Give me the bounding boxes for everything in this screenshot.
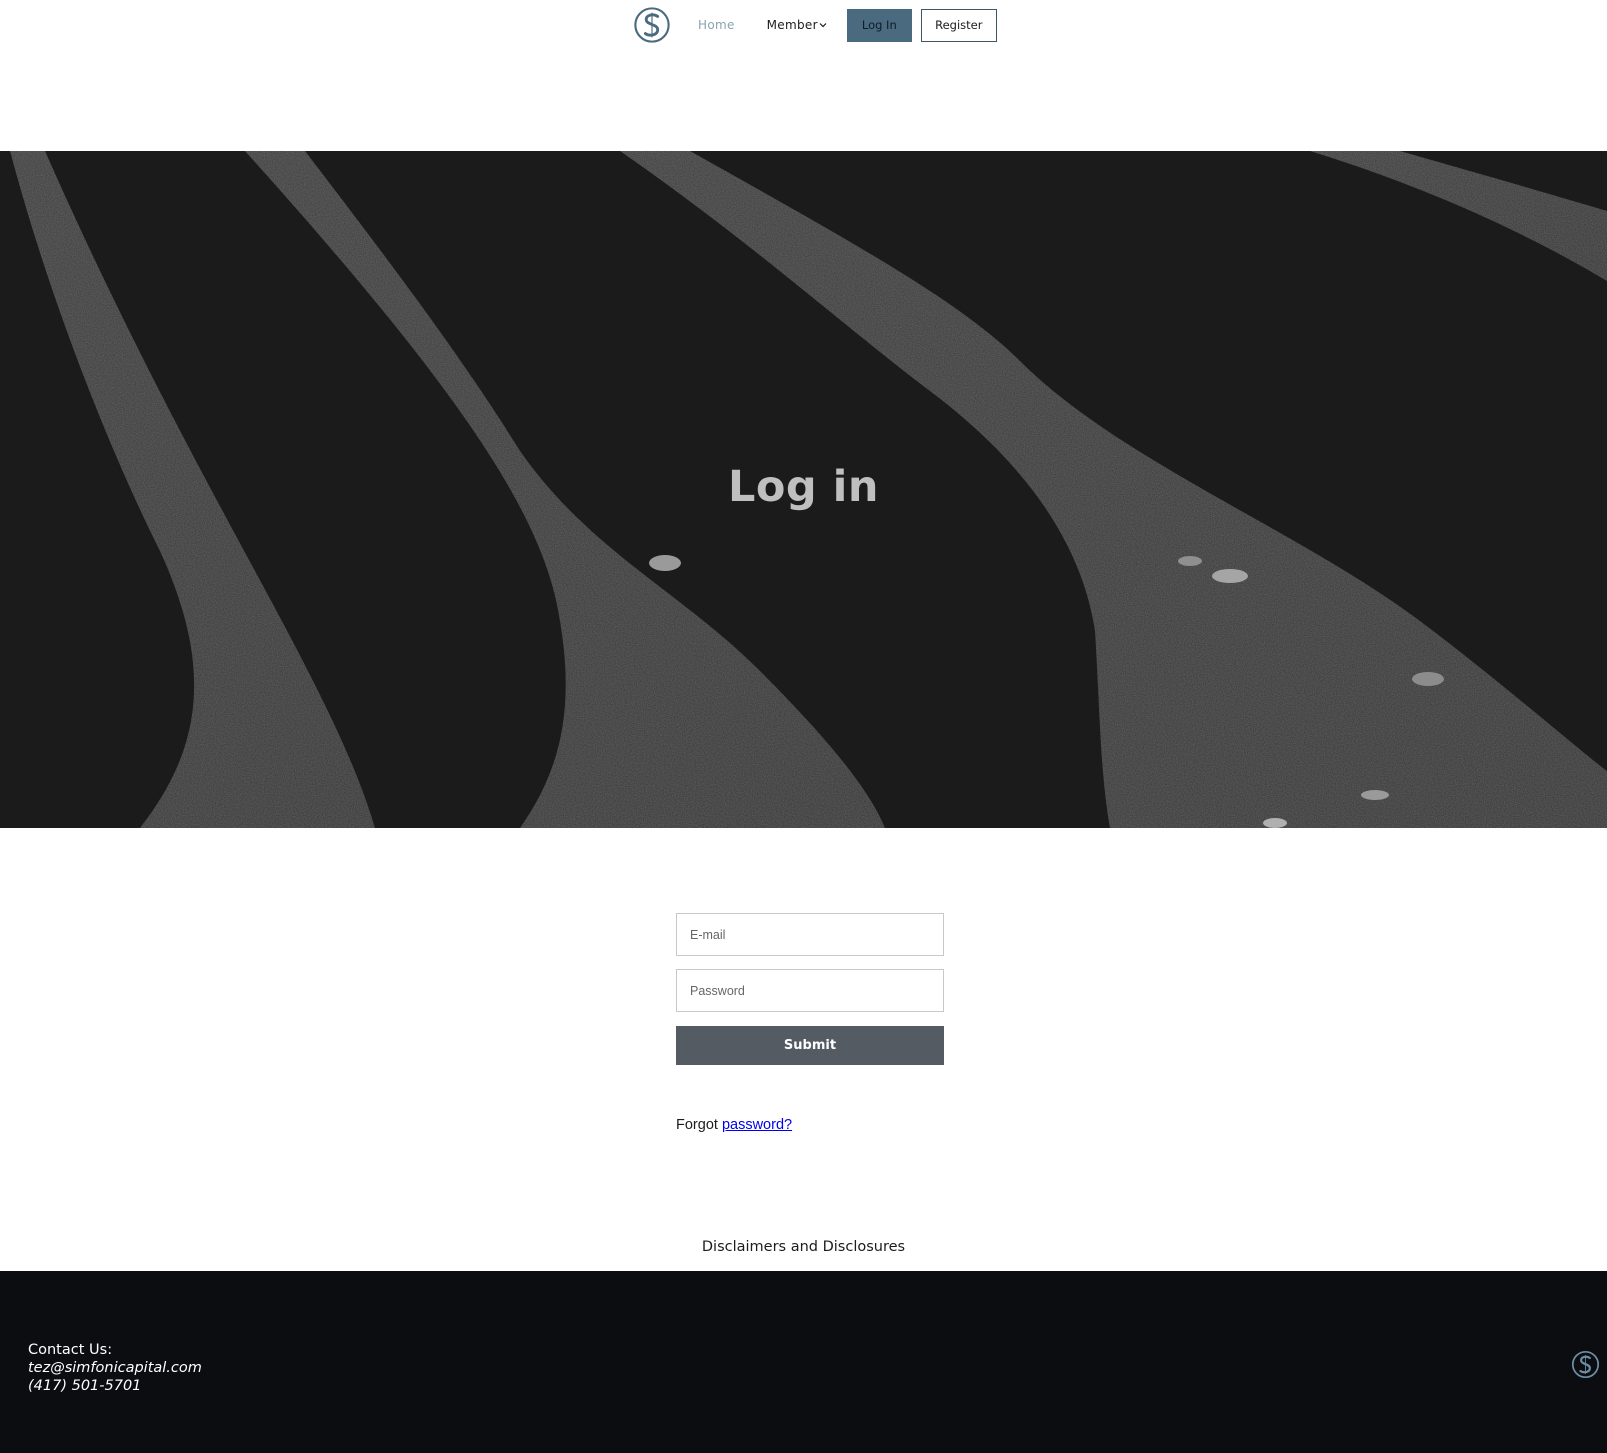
email-field[interactable] [676, 913, 944, 956]
submit-button[interactable]: Submit [676, 1026, 944, 1065]
hero-banner: Log in [0, 151, 1607, 828]
disclaimers-link[interactable]: Disclaimers and Disclosures [0, 1239, 1607, 1255]
contact-heading: Contact Us: [28, 1342, 113, 1358]
contact-block: Contact Us: tez@simfonicapital.com (417)… [28, 1341, 202, 1395]
logo-icon[interactable] [633, 6, 671, 44]
main-nav: Home Member Log In Register [633, 5, 997, 45]
hero-title: Log in [727, 462, 880, 512]
site-footer: Contact Us: tez@simfonicapital.com (417)… [0, 1271, 1607, 1453]
password-field[interactable] [676, 969, 944, 1012]
contact-phone[interactable]: (417) 501-5701 [28, 1377, 202, 1395]
nav-home-link[interactable]: Home [698, 18, 735, 32]
forgot-prefix: Forgot [676, 1117, 718, 1133]
nav-member-label: Member [766, 18, 818, 32]
nav-member-menu[interactable]: Member [767, 18, 827, 32]
register-button[interactable]: Register [920, 8, 997, 42]
forgot-password-link[interactable]: password? [722, 1117, 792, 1133]
footer-logo-icon[interactable] [1571, 1350, 1600, 1379]
chevron-down-icon [819, 23, 827, 28]
login-form: Submit [676, 913, 944, 1065]
site-header: Home Member Log In Register [0, 0, 1607, 150]
login-button[interactable]: Log In [846, 8, 912, 42]
contact-email[interactable]: tez@simfonicapital.com [28, 1359, 202, 1377]
forgot-password-row: Forgot password? [676, 1117, 792, 1133]
